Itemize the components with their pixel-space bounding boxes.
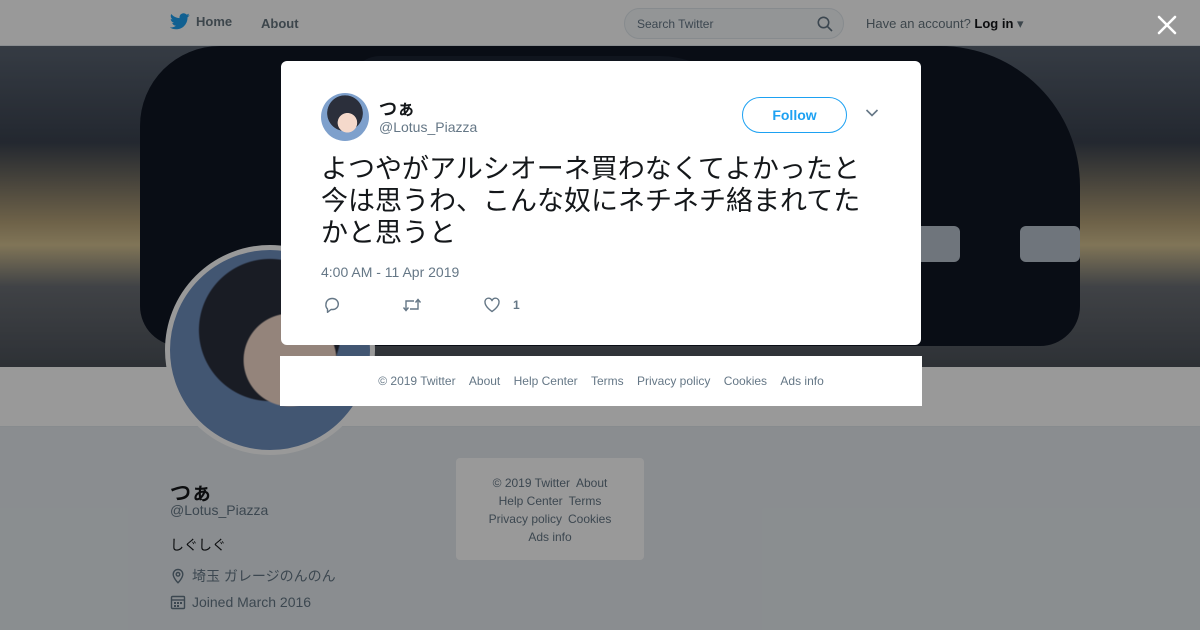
tweet-timestamp[interactable]: 4:00 AM - 11 Apr 2019 [321, 264, 459, 280]
footer-link-about[interactable]: About [469, 374, 500, 388]
close-icon[interactable] [1155, 13, 1179, 37]
retweet-action[interactable] [402, 296, 434, 314]
footer-link-help[interactable]: Help Center [514, 374, 578, 388]
footer-copyright: © 2019 Twitter [378, 374, 456, 388]
like-count: 1 [513, 298, 520, 312]
tweet-text: よつやがアルシオーネ買わなくてよかったと今は思うわ、こんな奴にネチネチ絡まれてた… [321, 154, 861, 248]
heart-icon[interactable] [483, 296, 501, 314]
tweet-author-avatar[interactable] [321, 93, 369, 141]
reply-icon[interactable] [323, 296, 341, 314]
tweet-author-name[interactable]: つぁ [379, 95, 415, 121]
footer-link-terms[interactable]: Terms [591, 374, 624, 388]
reply-action[interactable] [323, 296, 353, 314]
footer-link-ads[interactable]: Ads info [780, 374, 823, 388]
modal-footer: © 2019 Twitter About Help Center Terms P… [280, 356, 922, 406]
tweet-modal: つぁ @Lotus_Piazza Follow よつやがアルシオーネ買わなくてよ… [281, 61, 921, 345]
footer-link-cookies[interactable]: Cookies [724, 374, 767, 388]
footer-link-privacy[interactable]: Privacy policy [637, 374, 710, 388]
like-action[interactable]: 1 [483, 296, 520, 314]
tweet-author-handle[interactable]: @Lotus_Piazza [379, 119, 477, 135]
follow-button[interactable]: Follow [742, 97, 847, 133]
chevron-down-icon[interactable] [865, 108, 879, 118]
retweet-icon[interactable] [402, 296, 422, 314]
